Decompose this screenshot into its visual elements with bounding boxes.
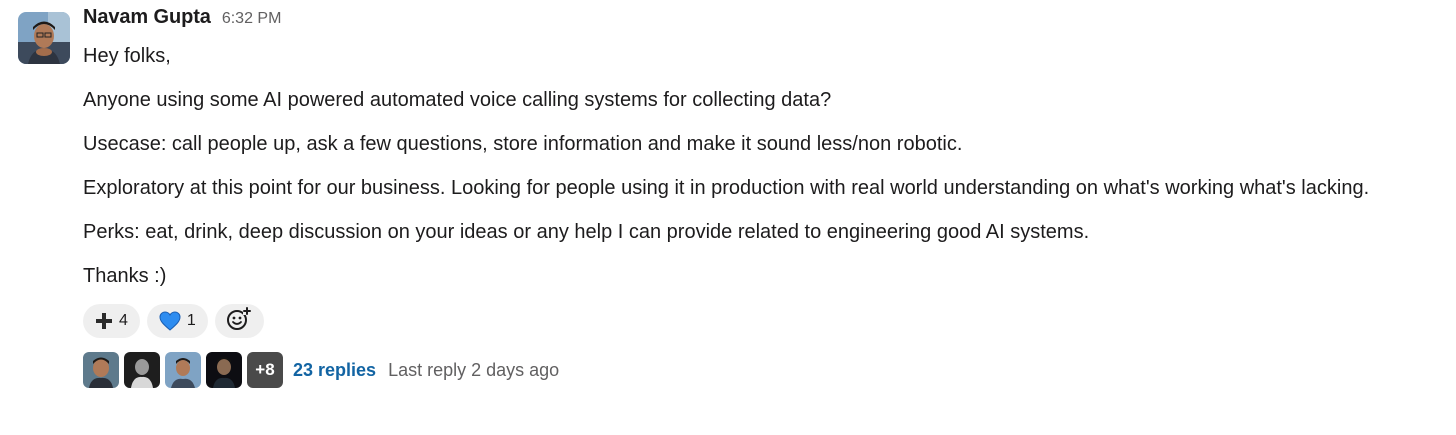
reaction-count: 1	[186, 312, 196, 329]
message-header: Navam Gupta 6:32 PM	[83, 6, 1443, 40]
participant-avatar	[124, 352, 160, 388]
message-body: Hey folks, Anyone using some AI powered …	[83, 40, 1443, 292]
message-paragraph: Thanks :)	[83, 265, 167, 287]
message-paragraph: Anyone using some AI powered automated v…	[83, 89, 832, 111]
message: Navam Gupta 6:32 PM Hey folks, Anyone us…	[0, 0, 1456, 435]
message-content: Navam Gupta 6:32 PM Hey folks, Anyone us…	[83, 6, 1443, 388]
message-paragraph: Exploratory at this point for our busine…	[83, 177, 1370, 199]
author-avatar[interactable]	[18, 12, 70, 64]
message-paragraph: Perks: eat, drink, deep discussion on yo…	[83, 221, 1090, 243]
reactions-bar: 4 1	[83, 304, 1443, 338]
reaction-count: 4	[119, 312, 128, 329]
message-paragraph: Hey folks,	[83, 45, 171, 67]
plus-icon	[95, 312, 113, 330]
add-reaction-button[interactable]	[214, 304, 264, 338]
participant-avatar	[165, 352, 201, 388]
thread-summary[interactable]: +8 23 replies Last reply 2 days ago	[83, 352, 1443, 388]
blue-heart-icon	[159, 311, 181, 331]
message-paragraph: Usecase: call people up, ask a few quest…	[83, 133, 963, 155]
reaction-plus[interactable]: 4	[83, 304, 140, 338]
message-timestamp[interactable]: 6:32 PM	[222, 10, 282, 28]
last-reply-time: Last reply 2 days ago	[388, 359, 560, 380]
participant-avatar	[83, 352, 119, 388]
replies-link[interactable]: 23 replies	[293, 360, 376, 381]
reaction-blue-heart[interactable]: 1	[146, 304, 208, 338]
author-name[interactable]: Navam Gupta	[83, 6, 211, 29]
more-participants-badge: +8	[247, 352, 283, 388]
add-emoji-icon	[226, 306, 252, 337]
participant-avatar	[206, 352, 242, 388]
